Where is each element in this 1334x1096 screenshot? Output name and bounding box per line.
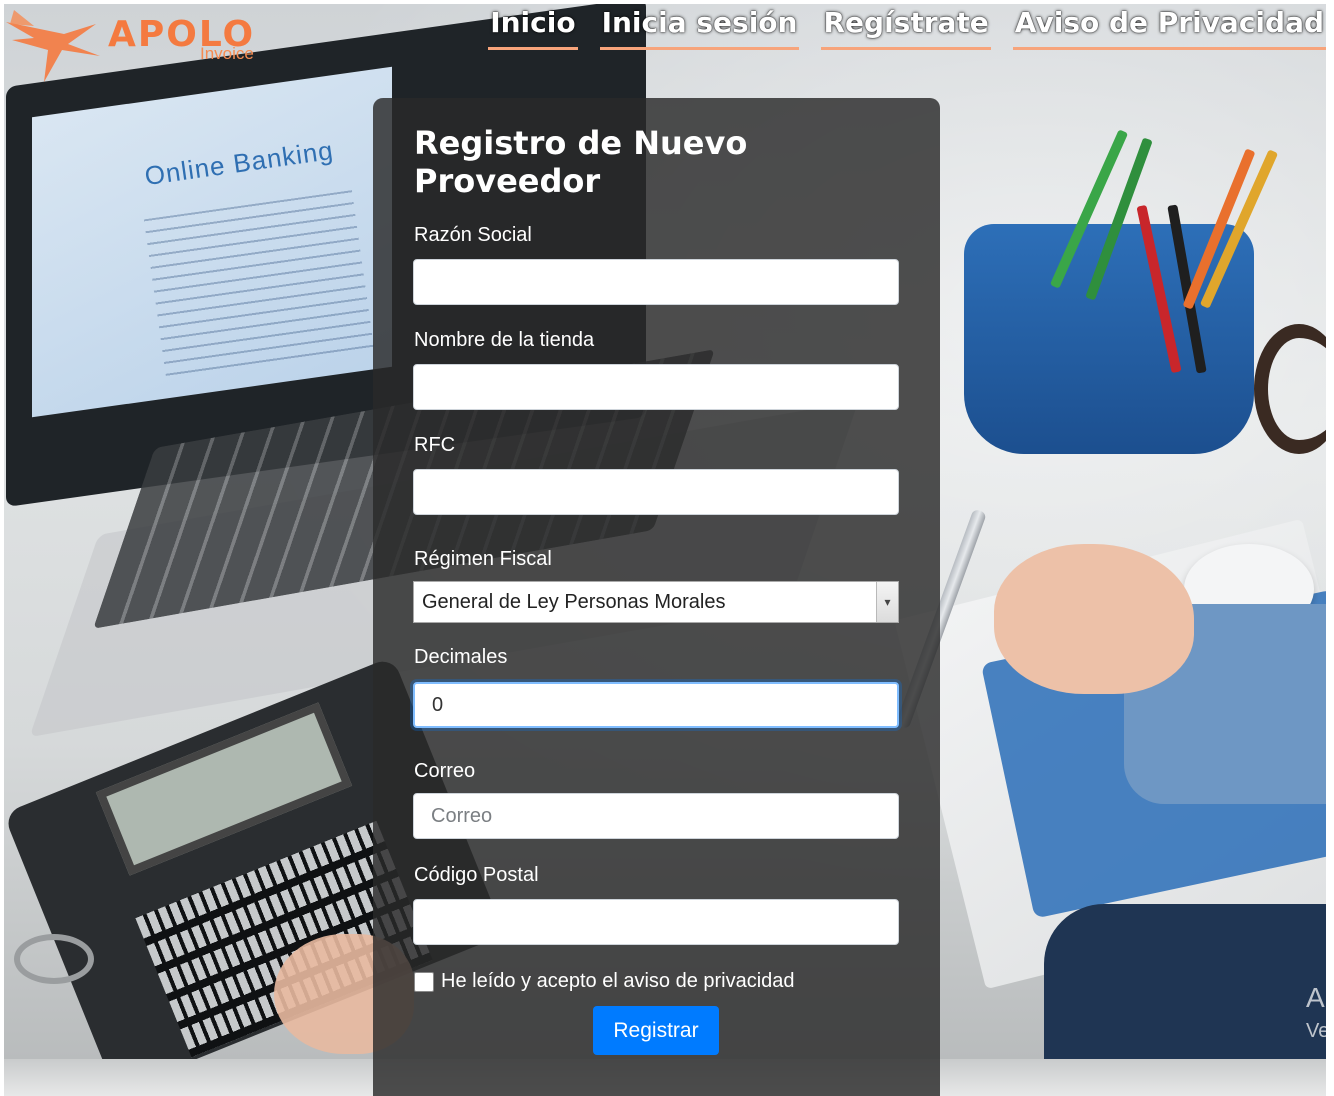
regimen-fiscal-selected: General de Ley Personas Morales (422, 591, 726, 613)
rfc-label: RFC (414, 434, 456, 456)
nav-inicia-sesion[interactable]: Inicia sesión (599, 6, 800, 50)
top-nav: Inicio Inicia sesión Regístrate Aviso de… (488, 6, 1326, 50)
chevron-down-icon[interactable]: ▾ (876, 582, 898, 622)
logo-subtext: Invoice (200, 44, 254, 63)
decimales-label: Decimales (414, 646, 508, 668)
ring-object (14, 934, 94, 984)
dark-corner (1044, 904, 1326, 1059)
nav-inicio[interactable]: Inicio (488, 6, 578, 50)
corner-subtext: Ve (1306, 1020, 1326, 1042)
logo[interactable]: APOLO Invoice (4, 4, 274, 84)
razon-social-input[interactable] (413, 259, 899, 305)
correo-input[interactable] (413, 793, 899, 839)
laptop-screen-table (143, 190, 375, 378)
glasses (1254, 324, 1326, 454)
codigo-postal-label: Código Postal (414, 864, 539, 886)
registrar-button[interactable]: Registrar (593, 1006, 719, 1055)
nombre-tienda-input[interactable] (413, 364, 899, 410)
right-hand (994, 544, 1194, 694)
privacy-checkbox[interactable] (414, 972, 434, 992)
regimen-fiscal-label: Régimen Fiscal (414, 548, 552, 570)
razon-social-label: Razón Social (414, 224, 532, 246)
nav-aviso-privacidad[interactable]: Aviso de Privacidad (1012, 6, 1326, 50)
codigo-postal-input[interactable] (413, 899, 899, 945)
correo-label: Correo (414, 760, 476, 782)
nav-registrate[interactable]: Regístrate (821, 6, 991, 50)
rfc-input[interactable] (413, 469, 899, 515)
plane-icon (6, 10, 100, 82)
registration-panel: Registro de Nuevo Proveedor Razón Social… (373, 98, 940, 1096)
nombre-tienda-label: Nombre de la tienda (414, 329, 595, 351)
decimales-input[interactable] (413, 682, 899, 728)
form-title: Registro de Nuevo Proveedor (414, 124, 748, 200)
regimen-fiscal-select[interactable]: General de Ley Personas Morales ▾ (413, 581, 899, 623)
privacy-checkbox-label[interactable]: He leído y acepto el aviso de privacidad (441, 970, 795, 993)
corner-text: A (1306, 982, 1325, 1013)
